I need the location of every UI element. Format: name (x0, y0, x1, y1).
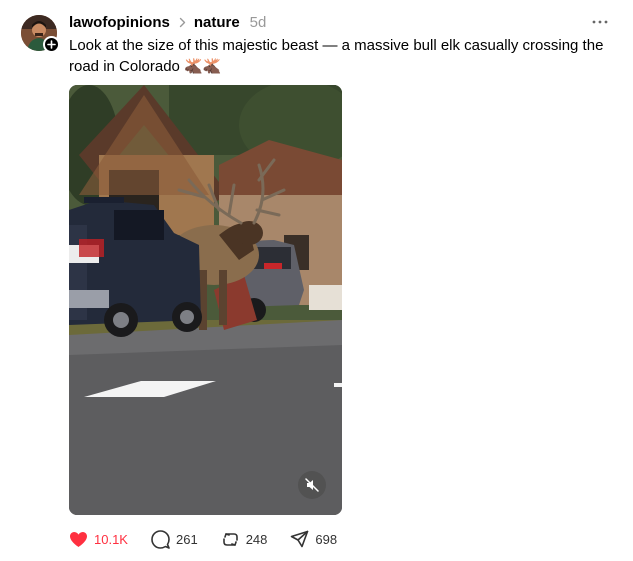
share-button[interactable]: 698 (290, 530, 337, 549)
send-icon (291, 530, 309, 547)
reply-count: 261 (175, 531, 198, 547)
repost-count: 248 (245, 531, 268, 547)
post-time: 5d (249, 13, 267, 31)
post-caption: Look at the size of this majestic beast … (69, 37, 604, 75)
topic-tag[interactable]: nature (194, 14, 240, 31)
repost-icon (222, 532, 238, 546)
reply-button[interactable]: 261 (151, 529, 198, 549)
share-count: 698 (315, 531, 338, 547)
mute-toggle-button[interactable] (298, 471, 326, 499)
post-actions: 10.1K 261 248 698 (69, 528, 360, 550)
thread-post: lawofopinions nature 5d Look at the size… (0, 0, 633, 561)
speaker-muted-icon (305, 478, 319, 492)
repost-button[interactable]: 248 (221, 530, 268, 549)
post-header: lawofopinions nature 5d (69, 12, 266, 32)
like-button[interactable]: 10.1K (69, 531, 128, 548)
follow-plus-icon[interactable] (43, 36, 60, 53)
author-username[interactable]: lawofopinions (69, 14, 170, 31)
more-options-icon[interactable] (588, 12, 612, 32)
like-count: 10.1K (94, 531, 128, 547)
heart-icon (70, 531, 87, 547)
post-video[interactable] (69, 85, 342, 515)
chevron-right-icon (179, 17, 186, 28)
comment-icon (151, 529, 170, 549)
